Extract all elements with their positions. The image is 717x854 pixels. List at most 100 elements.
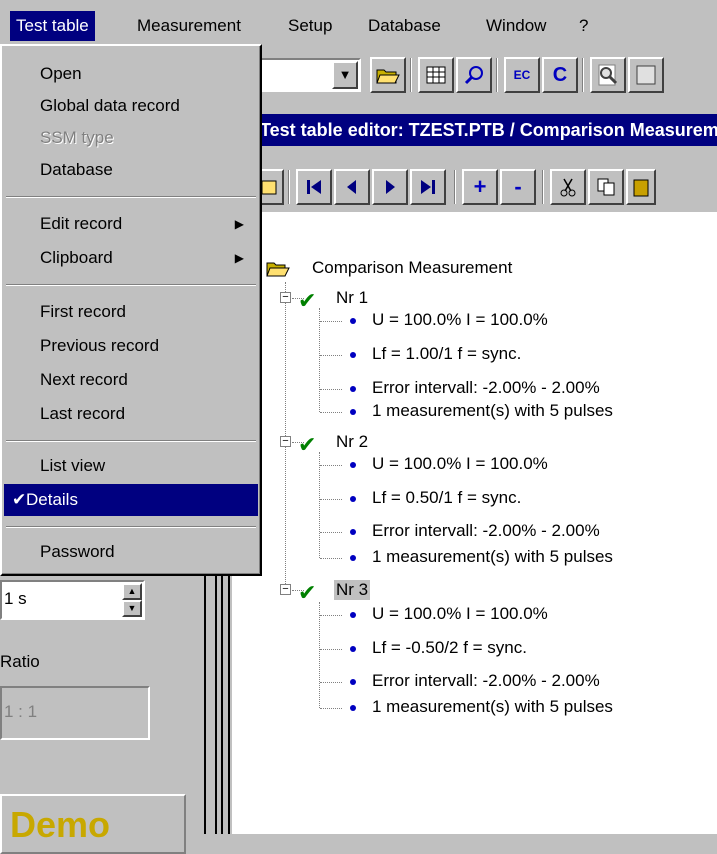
- copy-icon: [597, 178, 615, 196]
- tree-root-label[interactable]: Comparison Measurement: [312, 258, 512, 278]
- search-button[interactable]: [456, 57, 492, 93]
- tree-node-nr3[interactable]: Nr 3: [334, 580, 371, 600]
- bullet-icon: [350, 409, 356, 415]
- bullet-icon: [350, 612, 356, 618]
- menu-database[interactable]: Database: [362, 11, 447, 41]
- bullet-icon: [350, 679, 356, 685]
- image-icon: [636, 65, 656, 85]
- previous-record-button[interactable]: [334, 169, 370, 205]
- menu-item-last-record[interactable]: Last record: [4, 398, 258, 430]
- chevron-down-icon[interactable]: ▼: [332, 61, 358, 89]
- collapse-icon[interactable]: −: [280, 436, 291, 447]
- copy-button[interactable]: [588, 169, 624, 205]
- tree-detail: Lf = -0.50/2 f = sync.: [372, 638, 527, 657]
- menu-test-table[interactable]: Test table: [10, 11, 95, 41]
- tree-connector: [320, 532, 342, 533]
- tree-detail: 1 measurement(s) with 5 pulses: [372, 401, 613, 420]
- open-folder-button[interactable]: [370, 57, 406, 93]
- spin-up-button[interactable]: ▲: [122, 583, 142, 600]
- interval-spinbox[interactable]: 1 s ▲ ▼: [0, 580, 145, 620]
- submenu-arrow-icon: ▶: [234, 251, 244, 265]
- window-titlebar[interactable]: Test table editor: TZEST.PTB / Compariso…: [258, 114, 717, 146]
- collapse-icon[interactable]: −: [280, 584, 291, 595]
- menu-item-ssm-type: SSM type: [40, 128, 114, 147]
- toolbar-separator: [496, 58, 498, 92]
- menu-item-clipboard[interactable]: Clipboard ▶: [4, 242, 258, 274]
- table-view-button[interactable]: [418, 57, 454, 93]
- collapse-icon[interactable]: −: [280, 292, 291, 303]
- menu-separator: [6, 196, 256, 198]
- spin-down-button[interactable]: ▼: [122, 600, 142, 617]
- bullet-icon: [350, 555, 356, 561]
- main-toolbar: ▼ EC C: [258, 54, 717, 100]
- toolbar-separator: [582, 58, 584, 92]
- paste-button[interactable]: [626, 169, 656, 205]
- bullet-icon: [350, 318, 356, 324]
- menu-item-first-record[interactable]: First record: [4, 296, 258, 328]
- extra-toolbar-button[interactable]: [628, 57, 664, 93]
- spin-buttons: ▲ ▼: [122, 583, 142, 617]
- last-record-button[interactable]: [410, 169, 446, 205]
- add-record-button[interactable]: +: [462, 169, 498, 205]
- demo-box: Demo: [0, 794, 186, 854]
- tree-detail: 1 measurement(s) with 5 pulses: [372, 547, 613, 566]
- tree-connector: [320, 499, 342, 500]
- toolbar-combobox[interactable]: ▼: [258, 58, 361, 92]
- menubar: Test table Measurement Setup Database Wi…: [0, 0, 717, 44]
- c-button[interactable]: C: [542, 57, 578, 93]
- arrow-right-icon: [386, 180, 395, 194]
- menu-item-global-data-record[interactable]: Global data record: [4, 90, 258, 122]
- menu-item-open[interactable]: Open: [4, 58, 258, 90]
- toolbar-separator: [410, 58, 412, 92]
- test-table-menu: Open Global data record SSM type Databas…: [0, 44, 262, 576]
- menu-setup[interactable]: Setup: [282, 11, 338, 41]
- scissors-icon: [560, 178, 576, 197]
- tree-connector: [320, 682, 342, 683]
- tree-connector: [320, 389, 342, 390]
- tree-node-nr1[interactable]: Nr 1: [336, 288, 368, 308]
- menu-item-database[interactable]: Database: [4, 154, 258, 186]
- preview-button[interactable]: [590, 57, 626, 93]
- menu-help[interactable]: ?: [573, 11, 594, 41]
- menu-item-details[interactable]: ✔ Details: [4, 484, 258, 516]
- tree-connector: [319, 452, 320, 558]
- print-preview-icon: [598, 64, 618, 86]
- ec-button[interactable]: EC: [504, 57, 540, 93]
- tree-node-nr2[interactable]: Nr 2: [336, 432, 368, 452]
- last-record-icon: [421, 180, 435, 194]
- tree-connector: [320, 615, 342, 616]
- menu-measurement[interactable]: Measurement: [131, 11, 247, 41]
- tree-detail: U = 100.0% I = 100.0%: [372, 454, 548, 473]
- remove-record-button[interactable]: -: [500, 169, 536, 205]
- cut-button[interactable]: [550, 169, 586, 205]
- tree-detail: Error intervall: -2.00% - 2.00%: [372, 378, 600, 397]
- tree-connector: [319, 602, 320, 708]
- menu-item-previous-record[interactable]: Previous record: [4, 330, 258, 362]
- first-record-button[interactable]: [296, 169, 332, 205]
- menu-item-edit-record[interactable]: Edit record ▶: [4, 208, 258, 240]
- window-title: Test table editor: TZEST.PTB / Compariso…: [260, 120, 717, 140]
- tree-detail: 1 measurement(s) with 5 pulses: [372, 697, 613, 716]
- folder-icon: [261, 180, 277, 195]
- first-record-icon: [307, 180, 321, 194]
- toolbar-separator: [288, 170, 290, 204]
- menu-window[interactable]: Window: [480, 11, 552, 41]
- tree-connector: [320, 465, 342, 466]
- check-icon: ✔: [298, 432, 317, 457]
- tree-view[interactable]: Comparison Measurement − ✔ Nr 1 U = 100.…: [232, 212, 717, 834]
- menu-item-next-record[interactable]: Next record: [4, 364, 258, 396]
- bullet-icon: [350, 705, 356, 711]
- tree-connector: [320, 412, 342, 413]
- bullet-icon: [350, 462, 356, 468]
- demo-label: Demo: [10, 804, 111, 845]
- next-record-button[interactable]: [372, 169, 408, 205]
- menu-item-list-view[interactable]: List view: [4, 450, 258, 482]
- magnifier-icon: [464, 66, 483, 85]
- menu-separator: [6, 284, 256, 286]
- tree-connector: [320, 355, 342, 356]
- submenu-arrow-icon: ▶: [234, 217, 244, 231]
- bullet-icon: [350, 352, 356, 358]
- menu-item-password[interactable]: Password: [4, 536, 258, 568]
- tree-connector: [320, 649, 342, 650]
- tree-connector: [320, 321, 342, 322]
